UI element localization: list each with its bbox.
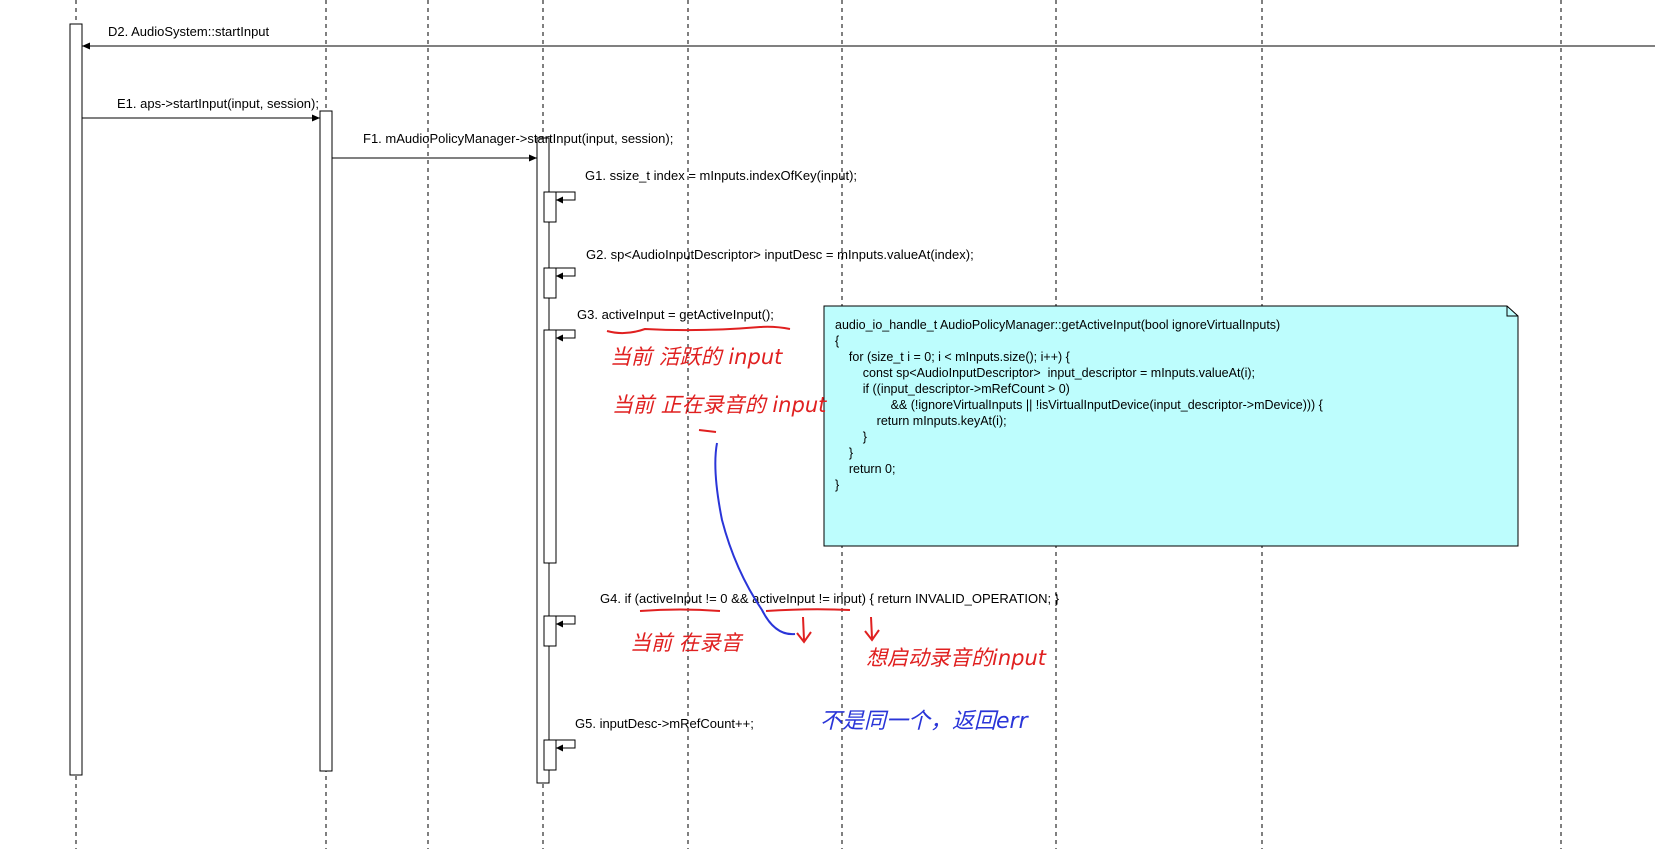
message-g2-label: G2. sp<AudioInputDescriptor> inputDesc =… bbox=[586, 247, 974, 262]
message-g5-label: G5. inputDesc->mRefCount++; bbox=[575, 716, 754, 731]
message-g4-label: G4. if (activeInput != 0 && activeInput … bbox=[600, 591, 1060, 606]
activation-audiosystem bbox=[69, 23, 83, 776]
message-d2: D2. AudioSystem::startInput bbox=[82, 24, 1655, 50]
code-line: } bbox=[835, 430, 867, 444]
message-g3-label: G3. activeInput = getActiveInput(); bbox=[577, 307, 774, 322]
activation-g5 bbox=[543, 739, 557, 771]
code-line: { bbox=[835, 334, 839, 348]
message-g1-label: G1. ssize_t index = mInputs.indexOfKey(i… bbox=[585, 168, 857, 183]
note-not-same-err: 不是同一个，返回err bbox=[820, 709, 1030, 734]
code-line: if ((input_descriptor->mRefCount > 0) bbox=[835, 382, 1070, 396]
note-want-to-start: 想启动录音的input bbox=[866, 646, 1047, 670]
note-currently-recording: 当前 在录音 bbox=[630, 631, 744, 655]
code-line: && (!ignoreVirtualInputs || !isVirtualIn… bbox=[835, 398, 1323, 412]
underline-g4-input bbox=[765, 608, 851, 612]
red-arrow-1 bbox=[796, 616, 812, 644]
self-call-arrowheads bbox=[556, 196, 563, 752]
sequence-diagram: D2. AudioSystem::startInput E1. aps->sta… bbox=[69, 0, 1655, 849]
code-line: } bbox=[835, 478, 839, 492]
message-e1: E1. aps->startInput(input, session); bbox=[82, 96, 320, 122]
activation-aps bbox=[319, 110, 333, 772]
code-line: for (size_t i = 0; i < mInputs.size(); i… bbox=[835, 350, 1070, 364]
activation-g2 bbox=[543, 267, 557, 299]
underline-recording bbox=[698, 429, 717, 433]
message-e1-label: E1. aps->startInput(input, session); bbox=[117, 96, 319, 111]
code-line: } bbox=[835, 446, 853, 460]
code-line: audio_io_handle_t AudioPolicyManager::ge… bbox=[835, 318, 1280, 332]
code-line: return 0; bbox=[835, 462, 895, 476]
underline-g4-active bbox=[639, 608, 721, 612]
message-f1: F1. mAudioPolicyManager->startInput(inpu… bbox=[332, 131, 673, 162]
red-arrow-2 bbox=[864, 616, 880, 642]
underline-active-input bbox=[606, 325, 791, 335]
message-f1-label: F1. mAudioPolicyManager->startInput(inpu… bbox=[363, 131, 673, 146]
code-line: return mInputs.keyAt(i); bbox=[835, 414, 1007, 428]
activation-g3 bbox=[543, 329, 557, 564]
code-note: audio_io_handle_t AudioPolicyManager::ge… bbox=[823, 305, 1519, 547]
note-active-input: 当前 活跃的 input bbox=[610, 345, 783, 369]
code-line: const sp<AudioInputDescriptor> input_des… bbox=[835, 366, 1255, 380]
note-recording-input: 当前 正在录音的 input bbox=[612, 393, 827, 417]
message-d2-label: D2. AudioSystem::startInput bbox=[108, 24, 270, 39]
activation-g4 bbox=[543, 615, 557, 647]
activation-g1 bbox=[543, 191, 557, 223]
